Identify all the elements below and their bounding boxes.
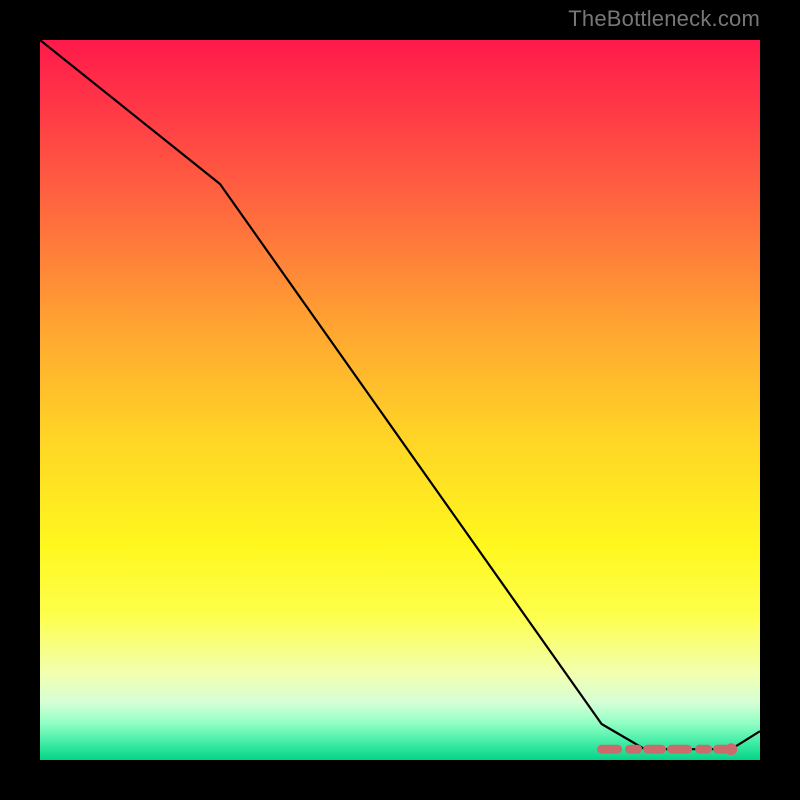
optimal-point-marker <box>725 743 737 755</box>
plot-area <box>40 40 760 760</box>
bottleneck-curve <box>40 40 760 749</box>
attribution-label: TheBottleneck.com <box>568 6 760 32</box>
chart-frame: TheBottleneck.com <box>0 0 800 800</box>
plot-svg <box>40 40 760 760</box>
